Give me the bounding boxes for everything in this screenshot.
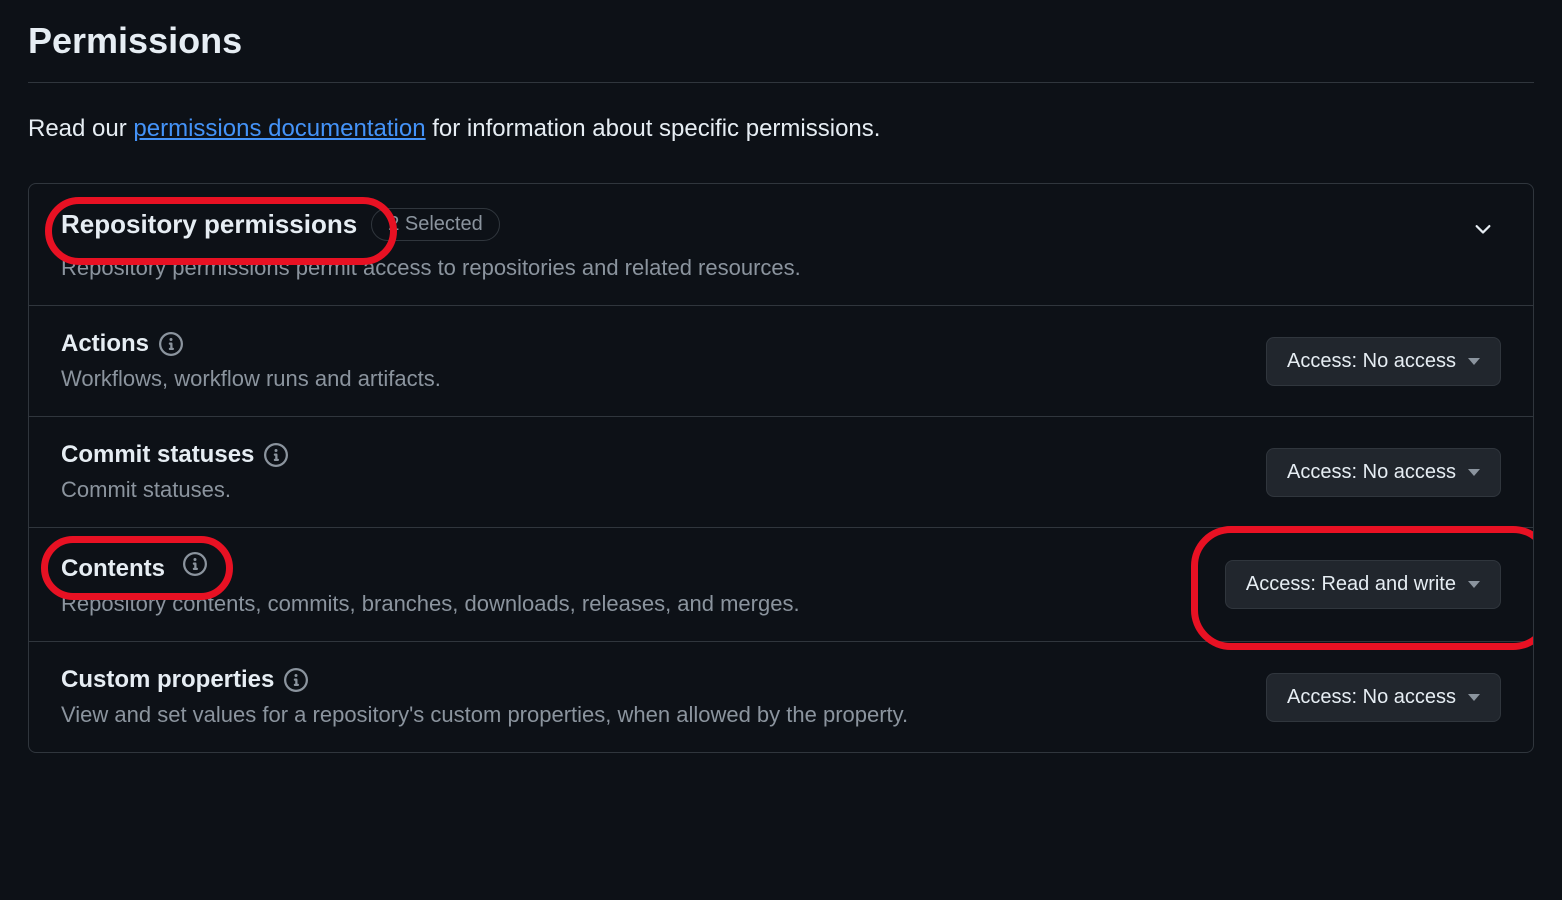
info-icon[interactable]	[284, 668, 308, 692]
permission-description: Workflows, workflow runs and artifacts.	[61, 366, 1266, 392]
panel-title: Repository permissions	[61, 209, 357, 239]
caret-down-icon	[1468, 469, 1480, 476]
permission-title: Custom properties	[61, 666, 274, 694]
intro-suffix: for information about specific permissio…	[426, 115, 881, 142]
caret-down-icon	[1468, 694, 1480, 701]
intro-prefix: Read our	[28, 115, 133, 142]
permission-row-custom-properties: Custom properties View and set values fo…	[29, 642, 1533, 752]
permission-title: Contents	[61, 555, 165, 582]
access-label: Access: No access	[1287, 461, 1456, 484]
access-label: Access: No access	[1287, 686, 1456, 709]
caret-down-icon	[1468, 581, 1480, 588]
intro-text: Read our permissions documentation for i…	[28, 83, 1534, 183]
permission-title: Commit statuses	[61, 441, 254, 469]
permission-row-actions: Actions Workflows, workflow runs and art…	[29, 306, 1533, 417]
info-icon[interactable]	[159, 332, 183, 356]
permission-title: Actions	[61, 330, 149, 358]
access-dropdown-contents[interactable]: Access: Read and write	[1225, 560, 1501, 609]
permission-description: Repository contents, commits, branches, …	[61, 591, 1225, 617]
access-label: Access: Read and write	[1246, 573, 1456, 596]
chevron-down-icon	[1471, 216, 1495, 245]
info-icon[interactable]	[264, 443, 288, 467]
permission-row-contents: Contents Repository contents, commits, b…	[29, 528, 1533, 642]
panel-header[interactable]: Repository permissions 2 Selected Reposi…	[29, 184, 1533, 306]
page-title: Permissions	[28, 0, 1534, 83]
access-dropdown-commit-statuses[interactable]: Access: No access	[1266, 448, 1501, 497]
caret-down-icon	[1468, 358, 1480, 365]
repository-permissions-panel: Repository permissions 2 Selected Reposi…	[28, 183, 1534, 753]
permissions-documentation-link[interactable]: permissions documentation	[133, 115, 425, 142]
selected-count-badge: 2 Selected	[371, 208, 500, 241]
panel-subtitle: Repository permissions permit access to …	[61, 255, 1471, 281]
permission-description: View and set values for a repository's c…	[61, 702, 1266, 728]
access-dropdown-actions[interactable]: Access: No access	[1266, 337, 1501, 386]
access-dropdown-custom-properties[interactable]: Access: No access	[1266, 673, 1501, 722]
access-label: Access: No access	[1287, 350, 1456, 373]
permission-description: Commit statuses.	[61, 477, 1266, 503]
permission-row-commit-statuses: Commit statuses Commit statuses. Access:…	[29, 417, 1533, 528]
info-icon[interactable]	[183, 552, 207, 576]
